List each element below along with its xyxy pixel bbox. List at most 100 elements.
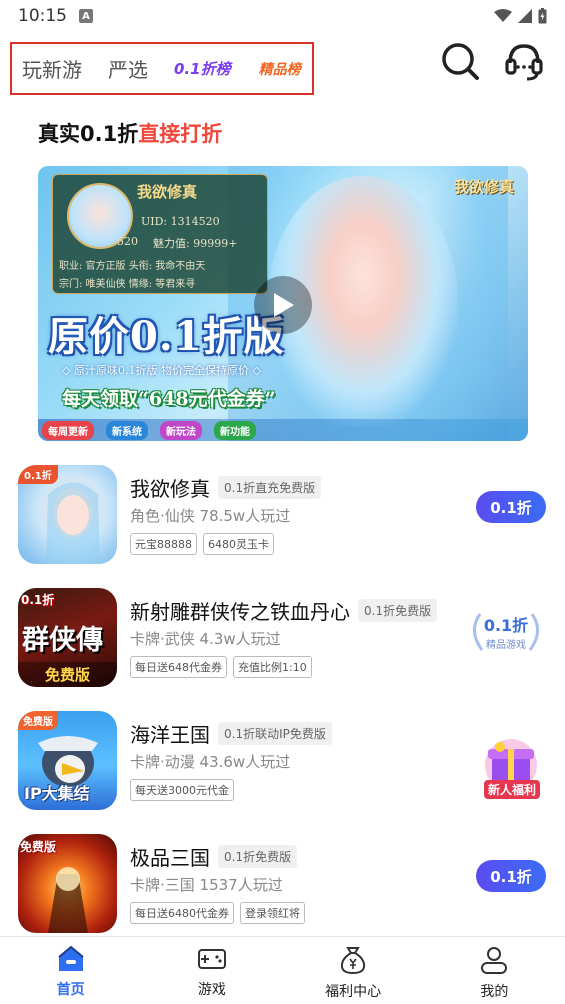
search-icon xyxy=(442,43,479,80)
game-tag: 每天送3000元代金 xyxy=(130,779,234,801)
character-profile-panel: 我欲修真 UID: 1314520 520 魅力值: 99999+ 职业: 官方… xyxy=(52,174,268,294)
premium-discount-badge[interactable]: 0.1折 精品游戏 xyxy=(466,606,546,656)
game-icon-title: IP大集结 xyxy=(24,784,90,803)
game-version-badge: 0.1折免费版 xyxy=(358,599,438,622)
search-button[interactable] xyxy=(439,40,481,82)
banner-feature-strip: 每周更新 新系统 新玩法 新功能 xyxy=(38,419,528,441)
game-icon-sub: 免费版 xyxy=(18,662,117,687)
user-icon xyxy=(481,947,508,974)
game-tag: 充值比例1:10 xyxy=(233,656,312,678)
game-tag: 登录领红将 xyxy=(240,902,305,924)
game-icon-corner-label: 0.1折 xyxy=(21,593,55,607)
banner-coupon-text: 每天领取“648元代金券” xyxy=(62,388,276,410)
promo-banner[interactable]: 我欲修真 UID: 1314520 520 魅力值: 99999+ 职业: 官方… xyxy=(38,166,528,441)
game-tag: 6480灵玉卡 xyxy=(203,533,274,555)
panel-game-name: 我欲修真 xyxy=(137,183,198,201)
game-tag: 每日送6480代金券 xyxy=(130,902,234,924)
game-title: 新射雕群侠传之铁血丹心 xyxy=(130,600,350,624)
laurel-icon xyxy=(473,613,539,651)
strip-pill: 新玩法 xyxy=(160,420,202,440)
game-meta: 卡牌·武侠 4.3w人玩过 xyxy=(130,630,281,648)
game-title: 极品三国 xyxy=(130,846,210,870)
tab-premium-ranking[interactable]: 精品榜 xyxy=(259,59,301,79)
wifi-icon xyxy=(494,9,512,22)
game-icon: 0.1折 xyxy=(18,465,117,564)
battery-icon xyxy=(538,8,547,24)
bottom-tab-bar: 首页 游戏 福利中心 我的 xyxy=(0,936,565,1004)
header-actions xyxy=(439,40,545,82)
nav-label: 游戏 xyxy=(197,982,226,998)
game-meta: 卡牌·三国 1537人玩过 xyxy=(130,876,283,894)
game-title-row: 我欲修真 0.1折直充免费版 xyxy=(130,473,322,502)
notification-icon: A xyxy=(79,9,93,23)
top-tab-bar: 玩新游 严选 0.1折榜 精品榜 xyxy=(10,42,314,95)
headset-icon xyxy=(505,44,543,81)
strip-pill: 新系统 xyxy=(106,420,148,440)
game-list-item[interactable]: IP大集结 免费版 海洋王国 0.1折联动IP免费版 卡牌·动漫 43.6w人玩… xyxy=(18,711,548,811)
game-title: 我欲修真 xyxy=(130,477,210,501)
status-bar: 10:15 A xyxy=(0,0,565,32)
banner-game-logo: 我欲修真 xyxy=(453,178,514,196)
video-play-button[interactable] xyxy=(254,276,312,334)
game-list-item[interactable]: 免费版 极品三国 0.1折免费版 卡牌·三国 1537人玩过 每日送6480代金… xyxy=(18,834,548,934)
discount-button[interactable]: 0.1折 xyxy=(476,860,546,892)
panel-charm: 魅力值: 99999+ xyxy=(153,237,238,250)
banner-subtitle: ◇ 原汁原味0.1折版 物价完全保持原价 ◇ xyxy=(62,364,261,377)
nav-label: 首页 xyxy=(56,982,85,998)
money-bag-icon xyxy=(341,947,366,975)
game-tag: 每日送648代金券 xyxy=(130,656,227,678)
game-tags: 元宝88888 6480灵玉卡 xyxy=(130,533,274,555)
banner-title: 原价0.1折版 xyxy=(48,313,285,360)
game-tags: 每日送6480代金券 登录领红将 xyxy=(130,902,305,924)
customer-service-button[interactable] xyxy=(503,40,545,82)
status-time: 10:15 xyxy=(18,6,67,26)
game-tags: 每天送3000元代金 xyxy=(130,779,234,801)
nav-profile[interactable]: 我的 xyxy=(424,937,565,1004)
game-tag: 元宝88888 xyxy=(130,533,197,555)
game-icon: IP大集结 免费版 xyxy=(18,711,117,810)
game-version-badge: 0.1折免费版 xyxy=(218,845,298,868)
game-icon-corner-label: 0.1折 xyxy=(18,465,58,484)
home-icon xyxy=(57,945,84,971)
game-icon: 群侠傳 免费版 0.1折 xyxy=(18,588,117,687)
game-meta: 卡牌·动漫 43.6w人玩过 xyxy=(130,753,291,771)
nav-home[interactable]: 首页 xyxy=(0,937,141,1004)
headline-red: 直接打折 xyxy=(138,122,223,146)
new-user-gift-button[interactable]: 新人福利 xyxy=(476,735,546,803)
new-user-gift-label: 新人福利 xyxy=(484,780,541,799)
game-version-badge: 0.1折联动IP免费版 xyxy=(218,722,332,745)
headline-black: 真实0.1折 xyxy=(38,122,139,146)
tab-selected[interactable]: 严选 xyxy=(108,54,148,83)
strip-pill: 新功能 xyxy=(214,420,256,440)
game-tags: 每日送648代金券 充值比例1:10 xyxy=(130,656,312,678)
game-meta: 角色·仙侠 78.5w人玩过 xyxy=(130,507,291,525)
game-version-badge: 0.1折直充免费版 xyxy=(218,476,322,499)
game-list-item[interactable]: 0.1折 我欲修真 0.1折直充免费版 角色·仙侠 78.5w人玩过 元宝888… xyxy=(18,465,548,565)
status-icons xyxy=(494,8,547,24)
game-icon-corner-label: 免费版 xyxy=(20,840,57,854)
game-list-item[interactable]: 群侠傳 免费版 0.1折 新射雕群侠传之铁血丹心 0.1折免费版 卡牌·武侠 4… xyxy=(18,588,548,688)
section-headline: 真实0.1折直接打折 xyxy=(38,118,222,148)
game-title-row: 极品三国 0.1折免费版 xyxy=(130,842,298,871)
gamepad-icon xyxy=(197,949,226,969)
panel-row-2: 宗门: 唯美仙侠 情缘: 等君来寻 xyxy=(59,279,196,290)
tab-discount-ranking[interactable]: 0.1折榜 xyxy=(174,58,231,79)
nav-welfare-center[interactable]: 福利中心 xyxy=(283,937,424,1004)
nav-label: 我的 xyxy=(480,984,509,1000)
game-title-row: 新射雕群侠传之铁血丹心 0.1折免费版 xyxy=(130,596,438,625)
game-icon: 免费版 xyxy=(18,834,117,933)
nav-games[interactable]: 游戏 xyxy=(141,937,282,1004)
play-icon xyxy=(274,293,294,317)
strip-pill: 每周更新 xyxy=(42,420,94,440)
game-title: 海洋王国 xyxy=(130,723,210,747)
nav-label: 福利中心 xyxy=(325,984,382,1000)
game-title-row: 海洋王国 0.1折联动IP免费版 xyxy=(130,719,332,748)
panel-row-1: 职业: 官方正版 头衔: 我命不由天 xyxy=(59,261,206,272)
signal-icon xyxy=(518,9,532,23)
tab-new-games[interactable]: 玩新游 xyxy=(22,54,82,83)
panel-uid: UID: 1314520 xyxy=(141,215,220,228)
game-icon-corner-label: 免费版 xyxy=(18,711,58,730)
discount-button[interactable]: 0.1折 xyxy=(476,491,546,523)
game-icon-title: 群侠傳 xyxy=(22,625,103,656)
panel-level: 520 xyxy=(117,235,138,248)
